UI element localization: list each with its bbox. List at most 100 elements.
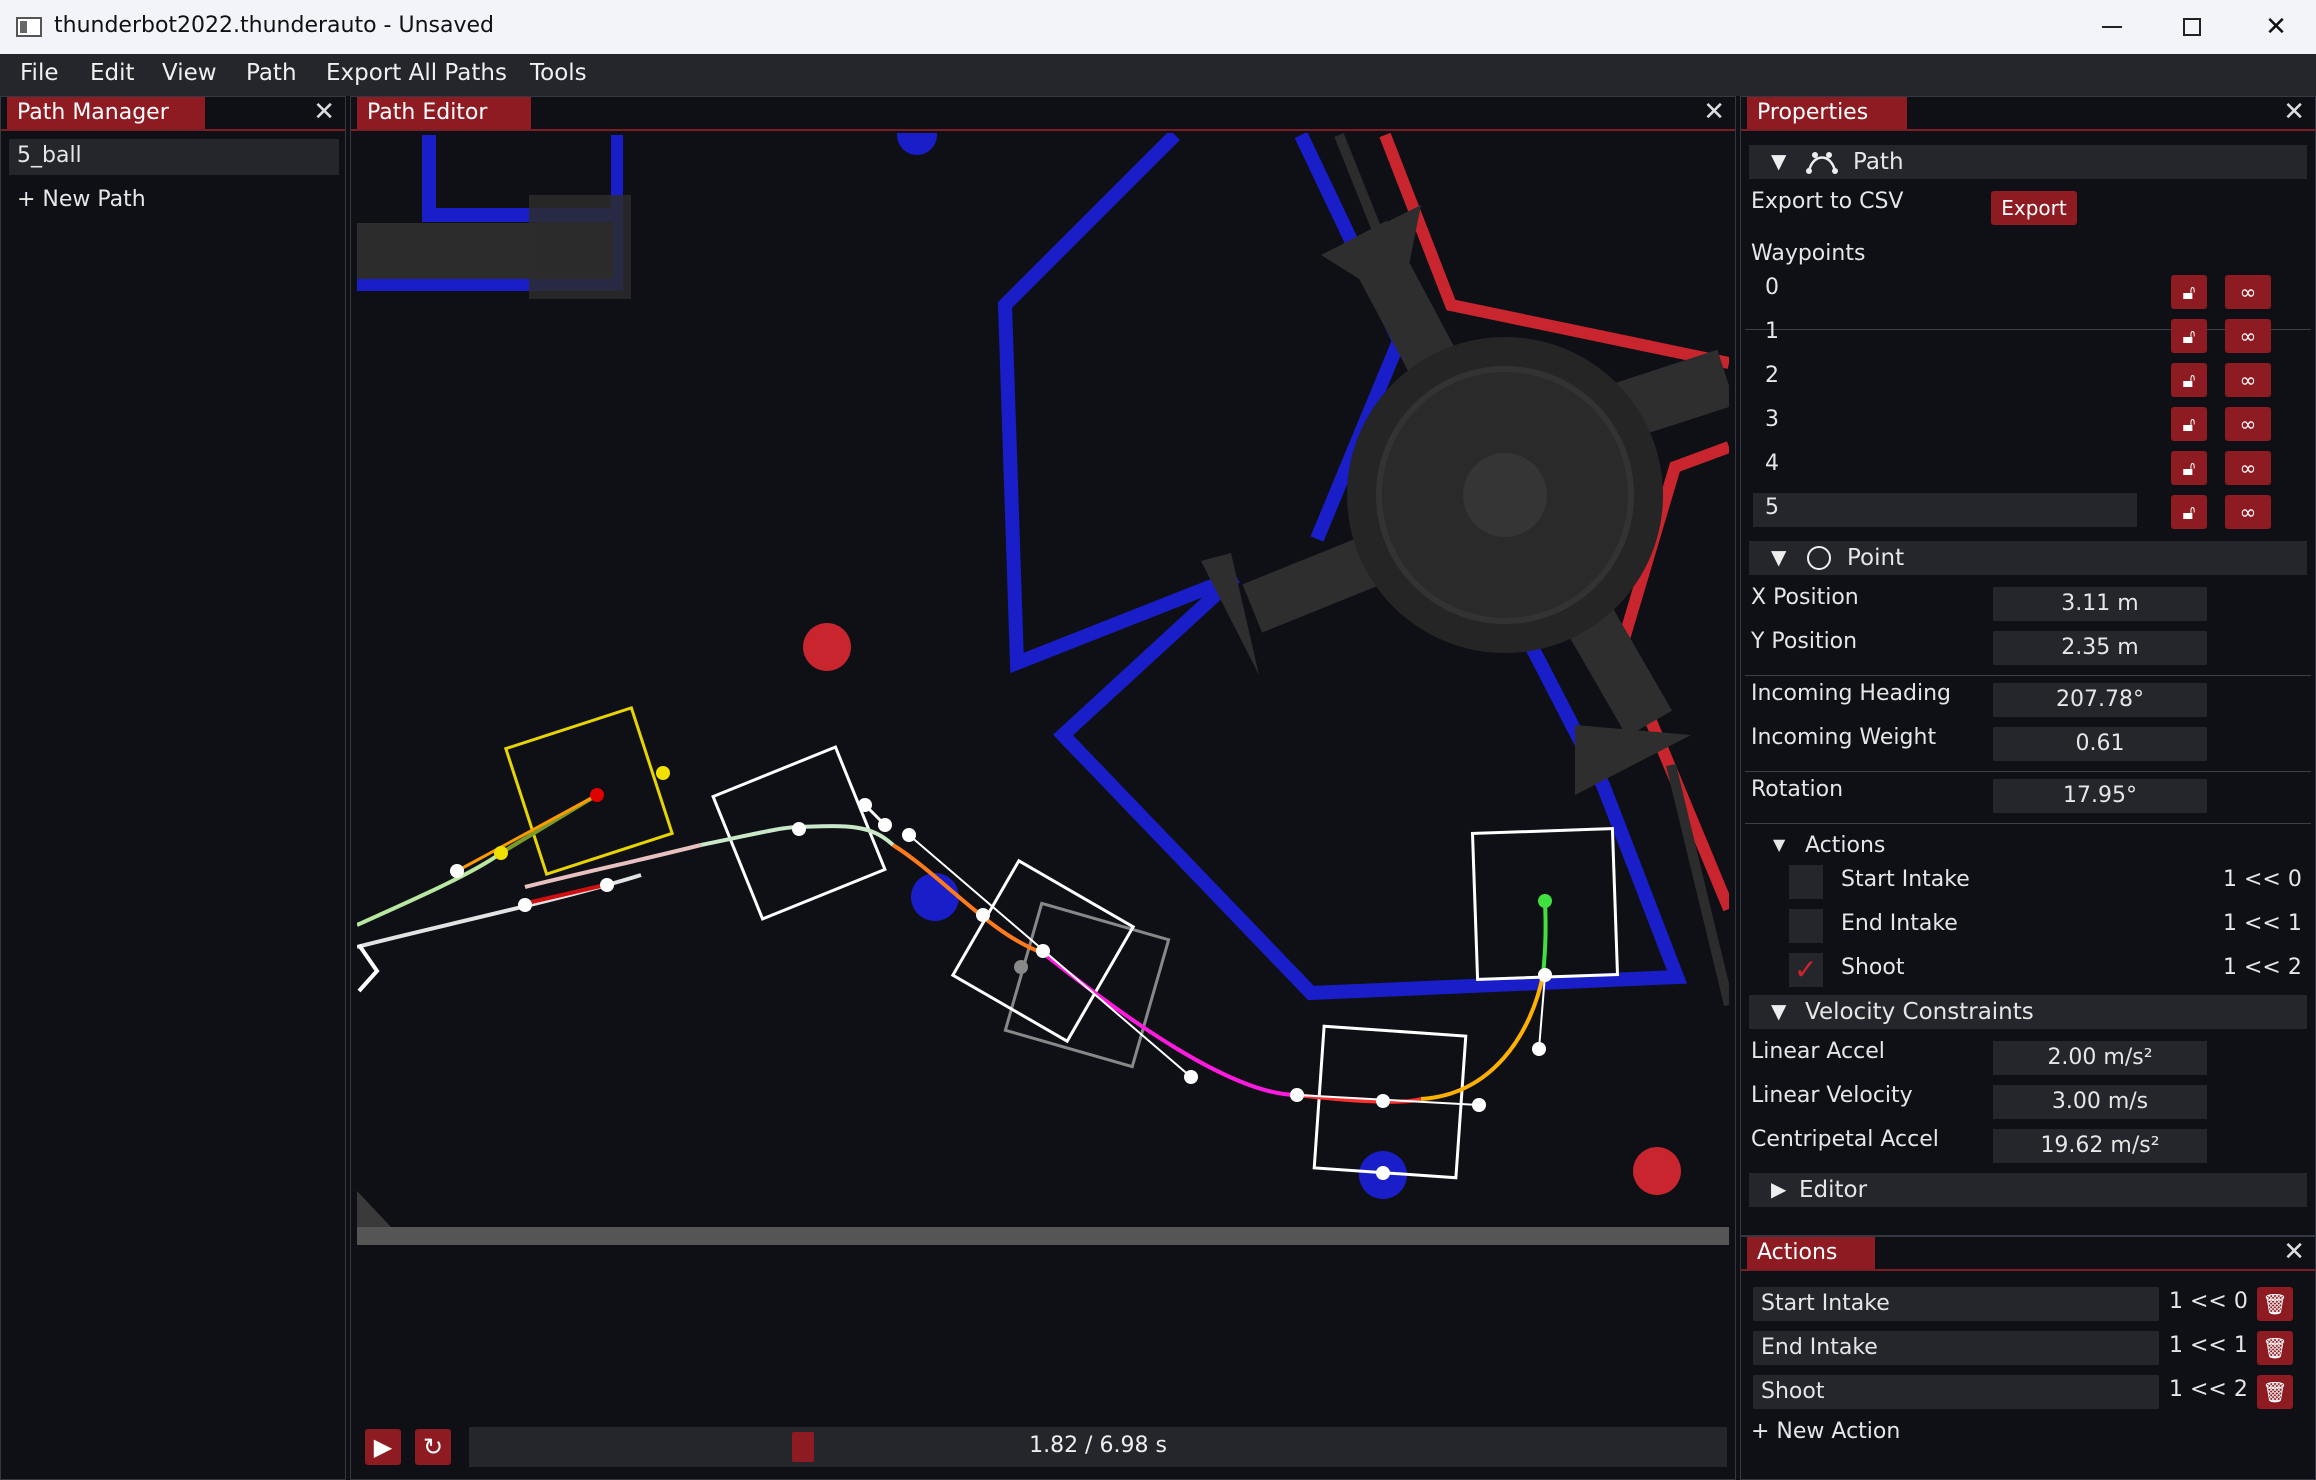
waypoint-row[interactable]: 3 [1753, 405, 2137, 439]
action-id: 1 << 2 [2223, 955, 2302, 980]
waypoint-lock-button[interactable]: 🔓︎ [2171, 275, 2207, 309]
centripetal-accel-field[interactable]: 19.62 m/s² [1993, 1129, 2207, 1163]
point-section-label: Point [1847, 545, 1905, 571]
robot-outline-waypoint-0[interactable] [503, 705, 675, 877]
handle-point[interactable] [494, 846, 508, 860]
waypoint-link-button[interactable]: ∞ [2225, 275, 2271, 309]
handle-point[interactable] [1532, 1042, 1546, 1056]
close-icon[interactable]: ✕ [313, 97, 335, 127]
velocity-section-header[interactable]: ▼ Velocity Constraints [1749, 995, 2307, 1029]
waypoint-link-button[interactable]: ∞ [2225, 451, 2271, 485]
waypoint-point[interactable] [1036, 944, 1050, 958]
waypoint-point[interactable] [1376, 1094, 1390, 1108]
waypoint-lock-button[interactable]: 🔓︎ [2171, 495, 2207, 529]
maximize-button[interactable] [2152, 0, 2232, 54]
linear-velocity-field[interactable]: 3.00 m/s [1993, 1085, 2207, 1119]
x-position-field[interactable]: 3.11 m [1993, 587, 2207, 621]
new-action-button[interactable]: + New Action [1751, 1419, 1900, 1444]
point-section-header[interactable]: ▼ Point [1749, 541, 2307, 575]
waypoint-point[interactable] [792, 822, 806, 836]
editor-section-header[interactable]: ▶ Editor [1749, 1173, 2307, 1207]
window-close-button[interactable]: ✕ [2236, 0, 2316, 54]
action-name: End Intake [1841, 911, 1958, 936]
collapse-arrow-icon: ▼ [1771, 999, 1787, 1023]
handle-point[interactable] [1290, 1088, 1304, 1102]
close-icon[interactable]: ✕ [2283, 1237, 2305, 1267]
red-cargo [1633, 1147, 1681, 1195]
waypoint-lock-button[interactable]: 🔓︎ [2171, 319, 2207, 353]
close-icon[interactable]: ✕ [1703, 97, 1725, 127]
waypoint-handles[interactable] [450, 766, 1552, 1180]
collapse-arrow-icon: ▼ [1771, 149, 1787, 173]
delete-action-button[interactable]: 🗑︎ [2257, 1331, 2293, 1365]
waypoint-row[interactable]: 1 [1753, 317, 2137, 351]
handle-point[interactable] [902, 828, 916, 842]
path-item-5-ball[interactable]: 5_ball [9, 139, 339, 175]
incoming-heading-field[interactable]: 207.78° [1993, 683, 2207, 717]
waypoint-row[interactable]: 0 [1753, 273, 2137, 307]
handle-point[interactable] [1472, 1098, 1486, 1112]
play-button[interactable]: ▶ [365, 1429, 401, 1465]
playback-scrubber[interactable]: 1.82 / 6.98 s [469, 1427, 1727, 1467]
export-button[interactable]: Export [1991, 191, 2077, 225]
divider [1745, 823, 2311, 824]
waypoint-lock-button[interactable]: 🔓︎ [2171, 451, 2207, 485]
linear-accel-field[interactable]: 2.00 m/s² [1993, 1041, 2207, 1075]
waypoint-row[interactable]: 2 [1753, 361, 2137, 395]
delete-action-button[interactable]: 🗑︎ [2257, 1287, 2293, 1321]
waypoint-row[interactable]: 4 [1753, 449, 2137, 483]
action-checkbox-end-intake[interactable] [1789, 909, 1823, 943]
close-icon[interactable]: ✕ [2283, 97, 2305, 127]
incoming-heading-label: Incoming Heading [1751, 681, 1951, 706]
rotation-field[interactable]: 17.95° [1993, 779, 2207, 813]
waypoint-link-button[interactable]: ∞ [2225, 319, 2271, 353]
path-editor-tab[interactable]: Path Editor [357, 97, 531, 129]
handle-point[interactable] [858, 798, 872, 812]
playback-point [1014, 960, 1028, 974]
action-checkbox-shoot[interactable] [1789, 953, 1823, 987]
waypoint-row-selected[interactable]: 5 [1753, 493, 2137, 527]
actions-tab[interactable]: Actions [1747, 1237, 1875, 1269]
panel-header: Path Manager ✕ [1, 97, 345, 131]
action-name-field[interactable]: End Intake [1753, 1331, 2159, 1365]
handle-point[interactable] [656, 766, 670, 780]
y-position-field[interactable]: 2.35 m [1993, 631, 2207, 665]
handle-point[interactable] [1538, 894, 1552, 908]
minimize-button[interactable] [2072, 0, 2152, 54]
action-name-field[interactable]: Shoot [1753, 1375, 2159, 1409]
menu-file[interactable]: File [20, 60, 59, 86]
waypoint-lock-button[interactable]: 🔓︎ [2171, 407, 2207, 441]
waypoint-link-button[interactable]: ∞ [2225, 407, 2271, 441]
path-section-header[interactable]: ▼ Path [1749, 145, 2307, 179]
action-checkbox-start-intake[interactable] [1789, 865, 1823, 899]
menu-edit[interactable]: Edit [90, 60, 135, 86]
waypoint-link-button[interactable]: ∞ [2225, 495, 2271, 529]
action-name-field[interactable]: Start Intake [1753, 1287, 2159, 1321]
handle-point[interactable] [600, 878, 614, 892]
delete-action-button[interactable]: 🗑︎ [2257, 1375, 2293, 1409]
panel-header: Path Editor ✕ [351, 97, 1735, 131]
menu-tools[interactable]: Tools [530, 60, 587, 86]
waypoint-link-button[interactable]: ∞ [2225, 363, 2271, 397]
waypoint-point[interactable] [590, 788, 604, 802]
handle-point[interactable] [976, 908, 990, 922]
actions-subsection-header[interactable]: ▼ Actions [1749, 829, 2307, 863]
properties-tab[interactable]: Properties [1747, 97, 1907, 129]
incoming-weight-field[interactable]: 0.61 [1993, 727, 2207, 761]
waypoint-point-selected[interactable] [1538, 968, 1552, 982]
path-manager-tab[interactable]: Path Manager [7, 97, 205, 129]
handle-point[interactable] [518, 898, 532, 912]
menu-export-all-paths[interactable]: Export All Paths [326, 60, 507, 86]
new-path-button[interactable]: + New Path [9, 183, 339, 219]
handle-point[interactable] [1376, 1166, 1390, 1180]
loop-button[interactable]: ↻ [415, 1429, 451, 1465]
handle-point[interactable] [878, 818, 892, 832]
handle-point[interactable] [450, 864, 464, 878]
lock-icon: 🔓︎ [2182, 412, 2196, 436]
handle-point[interactable] [1184, 1070, 1198, 1084]
link-icon: ∞ [2239, 412, 2257, 436]
waypoint-lock-button[interactable]: 🔓︎ [2171, 363, 2207, 397]
field-canvas[interactable] [357, 133, 1729, 1333]
menu-view[interactable]: View [162, 60, 217, 86]
menu-path[interactable]: Path [246, 60, 297, 86]
